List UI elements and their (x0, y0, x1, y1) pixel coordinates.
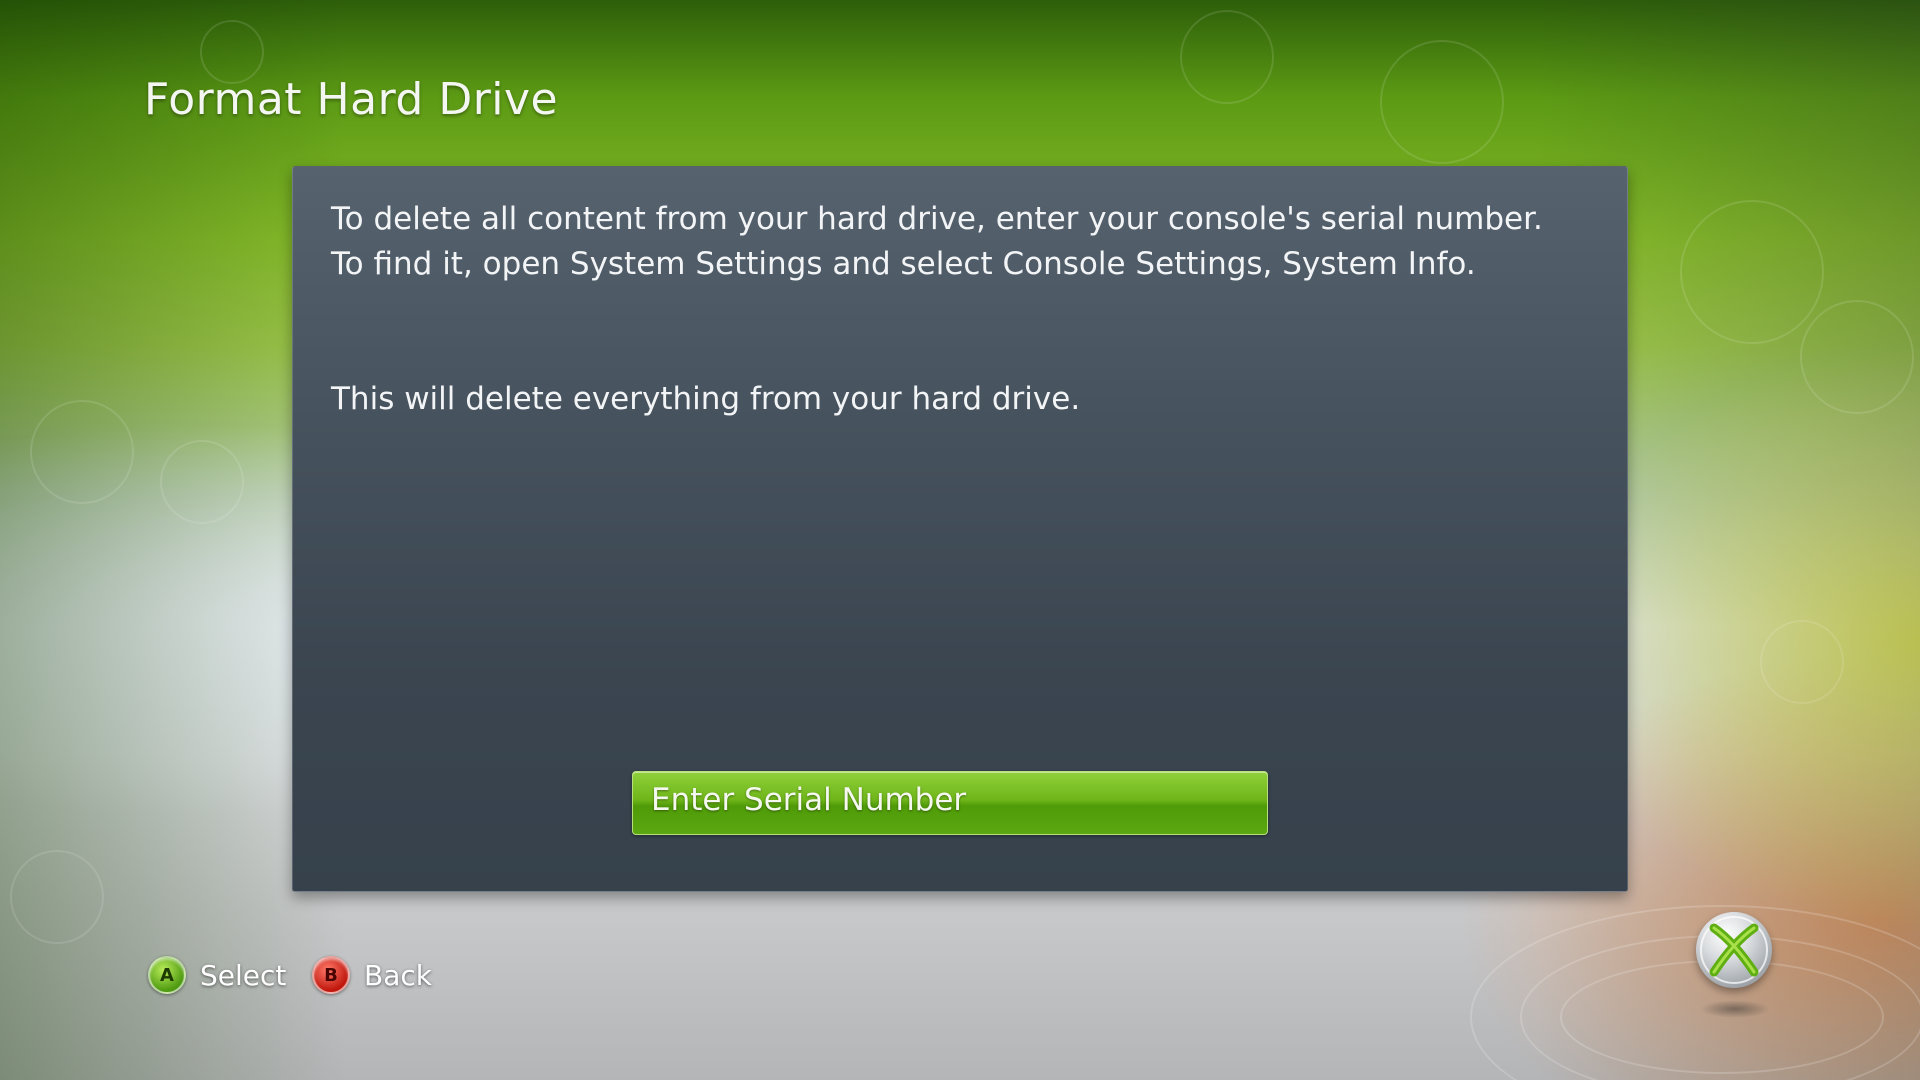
background-ring (1800, 300, 1914, 414)
enter-serial-number-label: Enter Serial Number (651, 782, 967, 818)
warning-text: This will delete everything from your ha… (331, 381, 1081, 417)
select-hint-label: Select (200, 958, 287, 992)
background-ring (30, 400, 134, 504)
background-ring (1180, 10, 1274, 104)
instruction-text: To delete all content from your hard dri… (331, 201, 1543, 282)
background-ring (1680, 200, 1824, 344)
background-ring (1760, 620, 1844, 704)
format-hard-drive-screen: Format Hard Drive To delete all content … (0, 0, 1920, 1080)
a-button-icon: A (148, 956, 186, 994)
xbox-logo-icon (1696, 912, 1772, 988)
background-ring (160, 440, 244, 524)
format-dialog: To delete all content from your hard dri… (292, 166, 1628, 892)
background-ring (10, 850, 104, 944)
back-hint[interactable]: B Back (312, 956, 432, 994)
xbox-x-icon (1700, 916, 1768, 984)
page-title: Format Hard Drive (144, 74, 559, 125)
background-ring (1380, 40, 1504, 164)
b-button-icon: B (312, 956, 350, 994)
back-hint-label: Back (364, 958, 432, 992)
xbox-logo-shadow (1700, 1000, 1770, 1018)
enter-serial-number-button[interactable]: Enter Serial Number (632, 771, 1268, 835)
background-ripple (1470, 905, 1920, 1080)
select-hint[interactable]: A Select (148, 956, 286, 994)
